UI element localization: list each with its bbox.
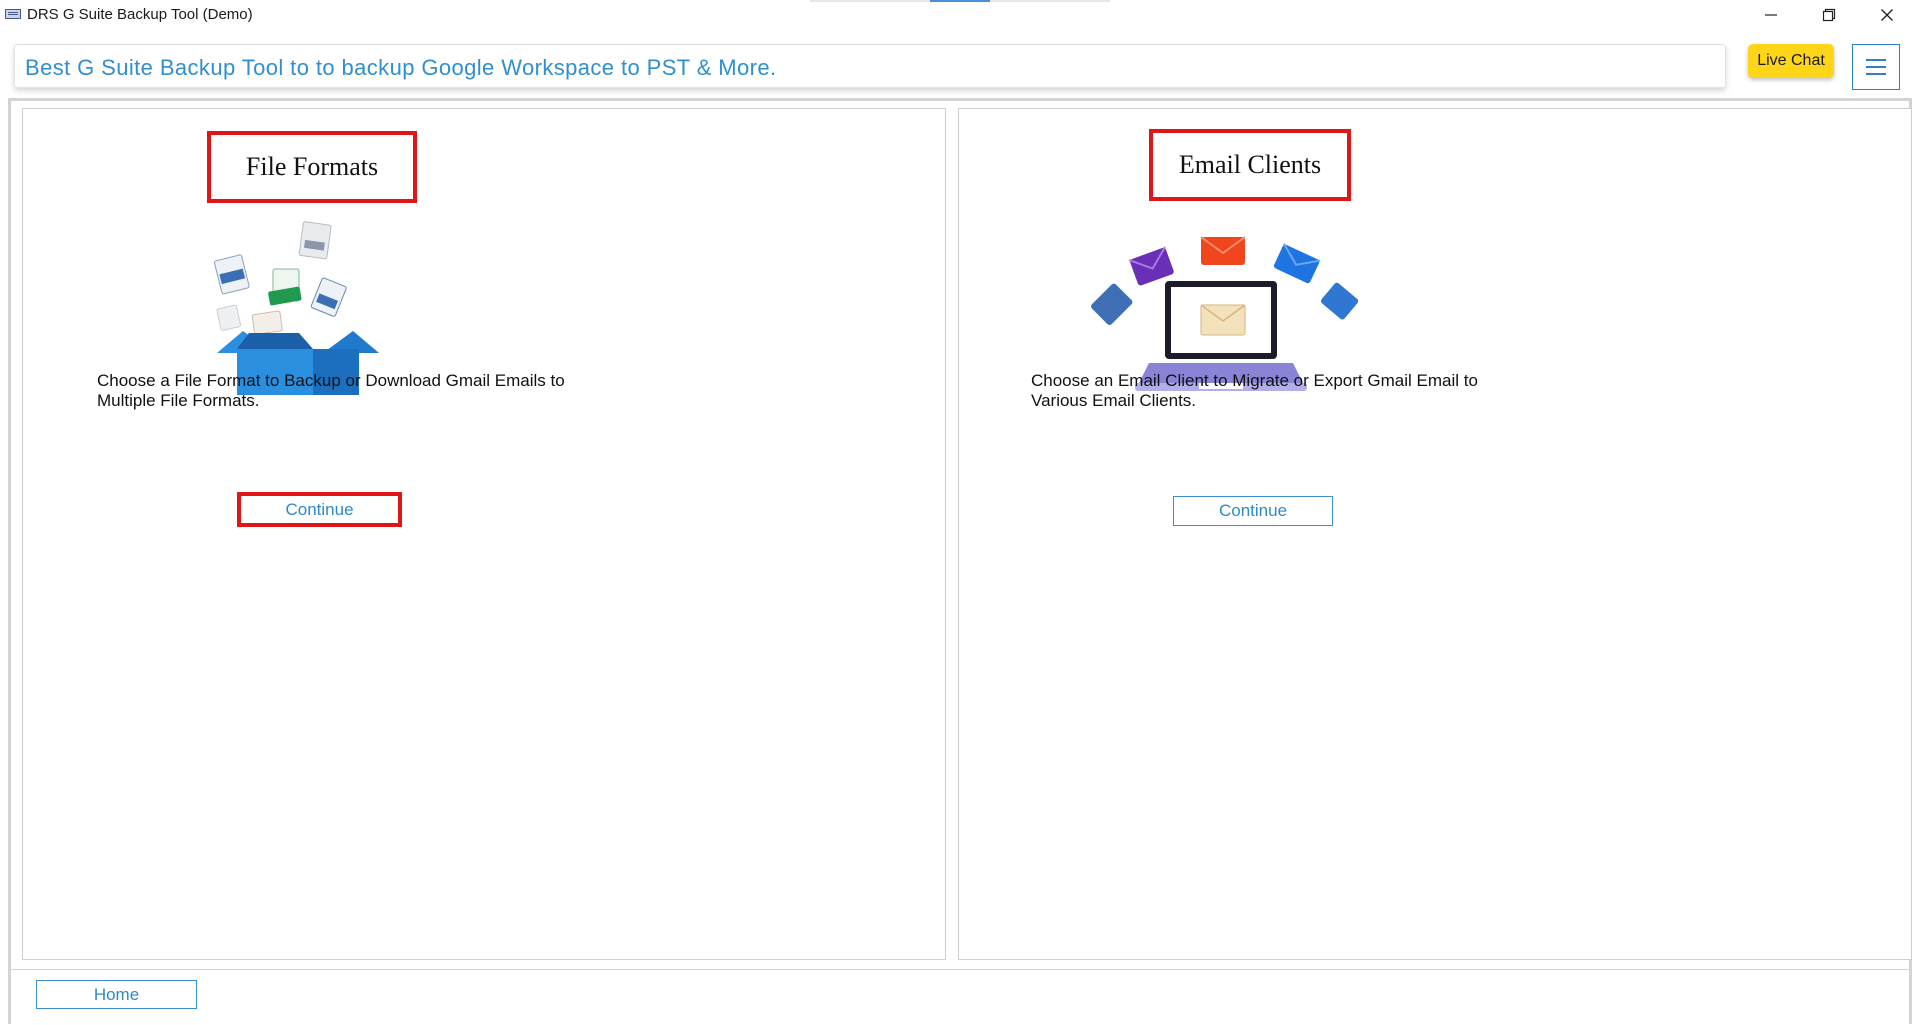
close-button[interactable] [1858, 0, 1916, 30]
email-clients-title: Email Clients [1149, 129, 1351, 201]
minimize-icon [1765, 14, 1777, 16]
restore-button[interactable] [1800, 0, 1858, 30]
home-button[interactable]: Home [36, 980, 197, 1009]
minimize-button[interactable] [1742, 0, 1800, 30]
restore-icon [1822, 8, 1836, 22]
banner-text: Best G Suite Backup Tool to to backup Go… [25, 55, 777, 80]
hamburger-menu-icon [1866, 59, 1886, 75]
app-icon [5, 9, 21, 19]
file-formats-description: Choose a File Format to Backup or Downlo… [97, 371, 565, 410]
titlebar-divider [990, 0, 1110, 2]
menu-button[interactable] [1852, 44, 1900, 90]
titlebar-accent [930, 0, 990, 2]
titlebar-divider [810, 0, 930, 2]
file-formats-panel: File Formats Choose a File Format to Bac… [22, 108, 946, 960]
window-title: DRS G Suite Backup Tool (Demo) [27, 6, 253, 23]
email-clients-panel: Email Clients Choose an Email Client to … [958, 108, 1912, 960]
footer-bar [11, 969, 1909, 1025]
header-banner: Best G Suite Backup Tool to to backup Go… [14, 44, 1726, 88]
email-clients-description: Choose an Email Client to Migrate or Exp… [1031, 371, 1478, 410]
window-title-bar: DRS G Suite Backup Tool (Demo) [0, 0, 1920, 30]
file-formats-continue-button[interactable]: Continue [237, 492, 402, 527]
file-formats-title: File Formats [207, 131, 417, 203]
email-clients-continue-button[interactable]: Continue [1173, 496, 1333, 526]
close-icon [1881, 9, 1893, 21]
live-chat-button[interactable]: Live Chat [1748, 44, 1834, 78]
